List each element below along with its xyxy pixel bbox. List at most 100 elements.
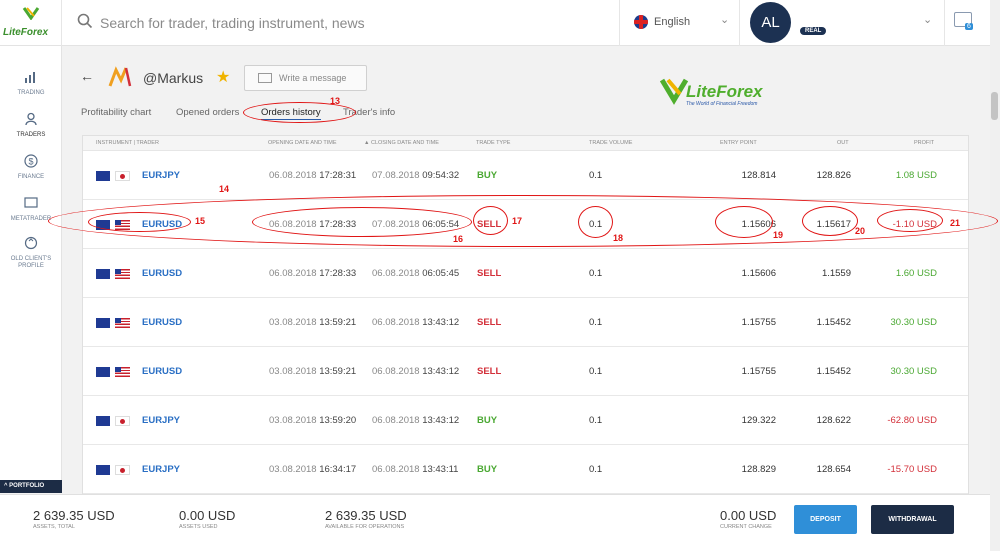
tab-profitability-chart[interactable]: Profitability chart	[81, 107, 151, 118]
account-type-badge: REAL	[800, 27, 827, 35]
opening-datetime: 03.08.2018 13:59:21	[269, 366, 357, 377]
trader-avatar-icon	[108, 66, 132, 87]
closing-datetime: 07.08.2018 09:54:32	[372, 170, 460, 181]
brand-slogan: The World of Financial Freedom	[686, 101, 758, 107]
opening-datetime: 03.08.2018 16:34:17	[269, 464, 357, 475]
column-profit[interactable]: PROFIT	[914, 140, 934, 146]
withdrawal-button[interactable]: WITHDRAWAL	[871, 505, 954, 534]
opening-datetime: 06.08.2018 17:28:33	[269, 268, 357, 279]
japan-flag-icon	[115, 465, 130, 475]
assets-used-value: 0.00 USD	[179, 508, 236, 523]
column-entry-point[interactable]: ENTRY POINT	[720, 140, 757, 146]
avatar[interactable]: AL	[750, 2, 791, 43]
instrument-link[interactable]: EURJPY	[142, 415, 180, 426]
main-content: ← @Markus ★ Write a message LiteForex Th…	[48, 46, 998, 494]
table-row[interactable]: EURJPY 03.08.2018 13:59:20 06.08.2018 13:4…	[83, 396, 968, 445]
language-selector[interactable]: English ⌄	[620, 0, 740, 46]
trade-type: SELL	[477, 268, 502, 279]
entry-point: 128.814	[741, 170, 776, 181]
favorite-star-icon[interactable]: ★	[216, 67, 230, 87]
top-bar: LiteForex English ⌄ AL REAL ⌄ 6	[0, 0, 990, 46]
opening-datetime: 03.08.2018 13:59:20	[269, 415, 357, 426]
profit-value: -62.80 USD	[887, 415, 937, 426]
annotation-ellipse-entry	[715, 206, 773, 238]
instrument-link[interactable]: EURJPY	[142, 170, 180, 181]
annotation-number: 17	[512, 216, 523, 226]
portfolio-toggle[interactable]: ^ PORTFOLIO	[0, 480, 62, 493]
column-opening-date[interactable]: OPENING DATE AND TIME	[268, 140, 337, 146]
current-change-label: CURRENT CHANGE	[720, 524, 772, 530]
out-price: 128.622	[816, 415, 851, 426]
entry-point: 1.15755	[741, 317, 776, 328]
table-row[interactable]: EURUSD 03.08.2018 13:59:21 06.08.2018 13:4…	[83, 347, 968, 396]
instrument-link[interactable]: EURJPY	[142, 464, 180, 475]
assets-total-label: ASSETS, TOTAL	[33, 524, 75, 530]
eu-flag-icon	[96, 171, 110, 181]
trade-type: SELL	[477, 317, 502, 328]
write-message-label: Write a message	[279, 73, 347, 83]
sidebar-item-label: METATRADER	[10, 216, 52, 222]
out-price: 128.826	[816, 170, 851, 181]
column-instrument[interactable]: INSTRUMENT | TRADER	[96, 140, 159, 146]
deposit-button[interactable]: DEPOSIT	[794, 505, 857, 534]
us-flag-icon	[115, 269, 130, 279]
table-row[interactable]: EURJPY 03.08.2018 16:34:17 06.08.2018 13:4…	[83, 445, 968, 494]
profit-value: 30.30 USD	[890, 366, 937, 377]
instrument-link[interactable]: EURUSD	[142, 268, 182, 279]
scrollbar-thumb[interactable]	[991, 92, 998, 120]
instrument-link[interactable]: EURUSD	[142, 317, 182, 328]
sidebar-item-label: TRADERS	[16, 132, 46, 138]
annotation-ellipse-dates	[252, 207, 472, 237]
column-out[interactable]: OUT	[837, 140, 849, 146]
instrument-link[interactable]: EURUSD	[142, 366, 182, 377]
sort-asc-icon: ▲	[364, 140, 371, 146]
search-input[interactable]	[100, 10, 600, 36]
opening-datetime: 03.08.2018 13:59:21	[269, 317, 357, 328]
annotation-number: 18	[613, 233, 624, 243]
annotation-number: 21	[950, 218, 961, 228]
annotation-number: 14	[219, 184, 230, 194]
refresh-icon	[23, 236, 39, 252]
out-price: 128.654	[816, 464, 851, 475]
entry-point: 1.15606	[741, 268, 776, 279]
table-row[interactable]: EURJPY 06.08.2018 17:28:31 07.08.2018 09:5…	[83, 151, 968, 200]
japan-flag-icon	[115, 416, 130, 426]
sidebar-item-traders[interactable]: TRADERS	[0, 112, 62, 139]
orders-history-table: INSTRUMENT | TRADER OPENING DATE AND TIM…	[82, 135, 969, 494]
table-row[interactable]: EURUSD 06.08.2018 17:28:33 06.08.2018 06:0…	[83, 249, 968, 298]
eu-flag-icon	[96, 269, 110, 279]
language-label: English	[654, 16, 691, 28]
sidebar-item-label: OLD CLIENT'S PROFILE	[10, 256, 52, 269]
chevron-down-icon: ⌄	[720, 14, 730, 26]
tab-opened-orders[interactable]: Opened orders	[176, 107, 239, 118]
trade-type: BUY	[477, 415, 498, 426]
column-closing-date[interactable]: ▲ CLOSING DATE AND TIME	[364, 140, 439, 146]
trader-name: @Markus	[143, 70, 204, 86]
japan-flag-icon	[115, 171, 130, 181]
eu-flag-icon	[96, 367, 110, 377]
liteforex-logo[interactable]: LiteForex	[0, 0, 62, 46]
chevron-down-icon: ⌄	[923, 14, 933, 26]
column-trade-volume[interactable]: TRADE VOLUME	[589, 140, 632, 146]
table-row[interactable]: EURUSD 03.08.2018 13:59:21 06.08.2018 13:4…	[83, 298, 968, 347]
account-menu[interactable]: AL REAL ⌄	[740, 0, 945, 46]
eu-flag-icon	[96, 318, 110, 328]
trade-volume: 0.1	[589, 317, 603, 328]
search-bar[interactable]	[62, 0, 620, 46]
write-message-button[interactable]: Write a message	[244, 65, 367, 91]
profit-value: 1.08 USD	[895, 170, 937, 181]
eu-flag-icon	[96, 465, 110, 475]
entry-point: 1.15755	[741, 366, 776, 377]
column-trade-type[interactable]: TRADE TYPE	[476, 140, 510, 146]
sidebar-item-trading[interactable]: TRADING	[0, 70, 62, 97]
sidebar-item-old-clients-profile[interactable]: OLD CLIENT'S PROFILE	[0, 236, 62, 270]
scrollbar[interactable]	[990, 0, 1000, 551]
entry-point: 129.322	[741, 415, 776, 426]
sidebar-item-finance[interactable]: $ FINANCE	[0, 154, 62, 181]
back-arrow-icon[interactable]: ←	[80, 68, 94, 84]
current-change-value: 0.00 USD	[720, 508, 777, 523]
us-flag-icon	[115, 318, 130, 328]
opening-datetime: 06.08.2018 17:28:31	[269, 170, 357, 181]
messages-button[interactable]: 6	[945, 0, 990, 46]
table-header: INSTRUMENT | TRADER OPENING DATE AND TIM…	[83, 136, 968, 151]
